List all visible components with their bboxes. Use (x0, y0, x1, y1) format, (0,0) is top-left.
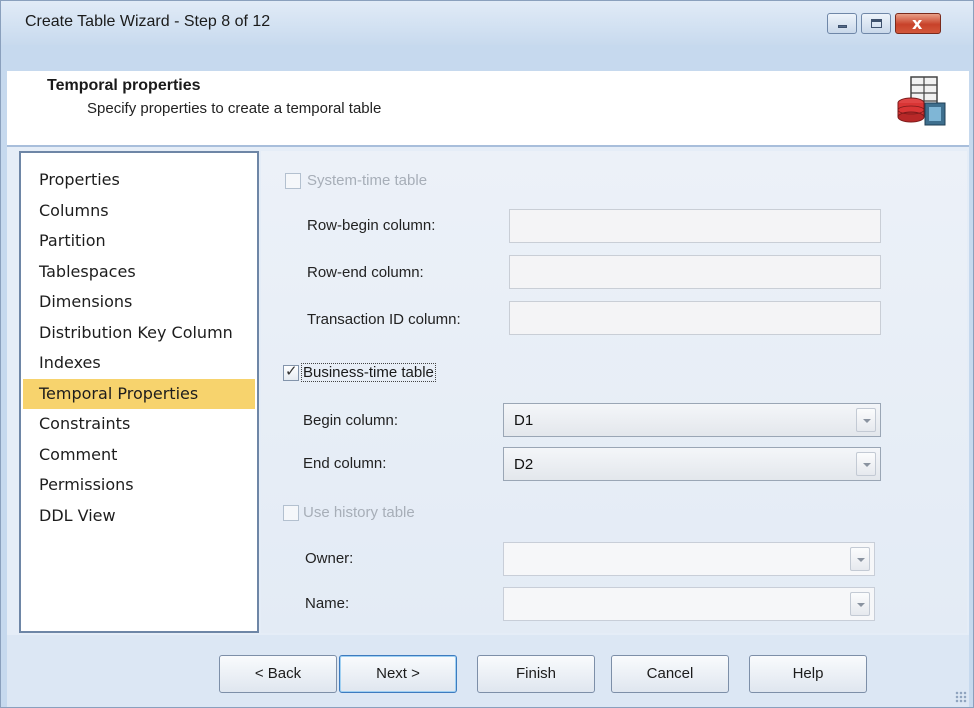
cancel-button[interactable]: Cancel (611, 655, 729, 693)
nav-item-indexes[interactable]: Indexes (23, 348, 255, 378)
window-title: Create Table Wizard - Step 8 of 12 (25, 13, 271, 30)
owner-select[interactable] (503, 542, 875, 576)
row-begin-label: Row-begin column: (307, 217, 436, 234)
name-label: Name: (305, 595, 350, 612)
wizard-nav: Properties Columns Partition Tablespaces Dim… (19, 151, 259, 633)
close-button[interactable]: x (895, 13, 941, 34)
begin-column-label: Begin column: (303, 412, 399, 429)
nav-item-ddl-view[interactable]: DDL View (23, 501, 255, 531)
nav-item-dimensions[interactable]: Dimensions (23, 287, 255, 317)
nav-item-temporal-properties[interactable]: Temporal Properties (23, 378, 255, 409)
row-end-label: Row-end column: (307, 264, 424, 281)
maximize-button[interactable] (861, 13, 891, 34)
checkmark-icon: ✓ (285, 362, 298, 380)
owner-label: Owner: (305, 550, 354, 567)
chevron-down-icon[interactable] (856, 452, 876, 476)
next-button[interactable]: Next > (339, 655, 457, 693)
chevron-down-icon[interactable] (856, 408, 876, 432)
history-table-label: Use history table (303, 504, 415, 521)
transaction-id-field[interactable] (509, 301, 881, 335)
database-table-icon (897, 76, 946, 126)
row-end-field[interactable] (509, 255, 881, 289)
nav-item-partition[interactable]: Partition (23, 226, 255, 256)
minimize-button[interactable] (827, 13, 857, 34)
nav-item-permissions[interactable]: Permissions (23, 470, 255, 500)
maximize-icon (871, 19, 882, 28)
page-title: Temporal properties (47, 77, 201, 94)
page-subtitle: Specify properties to create a temporal … (87, 100, 382, 117)
system-time-label: System-time table (307, 172, 428, 189)
end-column-select[interactable]: D2 (503, 447, 881, 481)
nav-item-tablespaces[interactable]: Tablespaces (23, 257, 255, 287)
title-bar: Create Table Wizard - Step 8 of 12 x (1, 1, 973, 45)
history-table-checkbox[interactable] (283, 505, 299, 521)
wizard-window: Create Table Wizard - Step 8 of 12 x Tem… (0, 0, 974, 708)
resize-grip[interactable] (955, 691, 967, 703)
nav-item-properties[interactable]: Properties (23, 165, 255, 195)
back-button[interactable]: < Back (219, 655, 337, 693)
name-select[interactable] (503, 587, 875, 621)
end-column-value: D2 (514, 456, 534, 473)
minimize-icon (838, 25, 847, 28)
system-time-checkbox[interactable] (285, 173, 301, 189)
chevron-down-icon[interactable] (850, 547, 870, 571)
nav-item-comment[interactable]: Comment (23, 440, 255, 470)
begin-column-select[interactable]: D1 (503, 403, 881, 437)
transaction-id-label: Transaction ID column: (307, 311, 461, 328)
finish-button[interactable]: Finish (477, 655, 595, 693)
row-begin-field[interactable] (509, 209, 881, 243)
nav-item-constraints[interactable]: Constraints (23, 409, 255, 439)
business-time-label: Business-time table (301, 363, 436, 382)
begin-column-value: D1 (514, 412, 534, 429)
end-column-label: End column: (303, 455, 387, 472)
nav-item-columns[interactable]: Columns (23, 196, 255, 226)
chevron-down-icon[interactable] (850, 592, 870, 616)
help-button[interactable]: Help (749, 655, 867, 693)
business-time-checkbox[interactable]: ✓ (283, 362, 299, 381)
close-icon: x (912, 14, 923, 33)
nav-item-distribution-key-column[interactable]: Distribution Key Column (23, 318, 255, 348)
